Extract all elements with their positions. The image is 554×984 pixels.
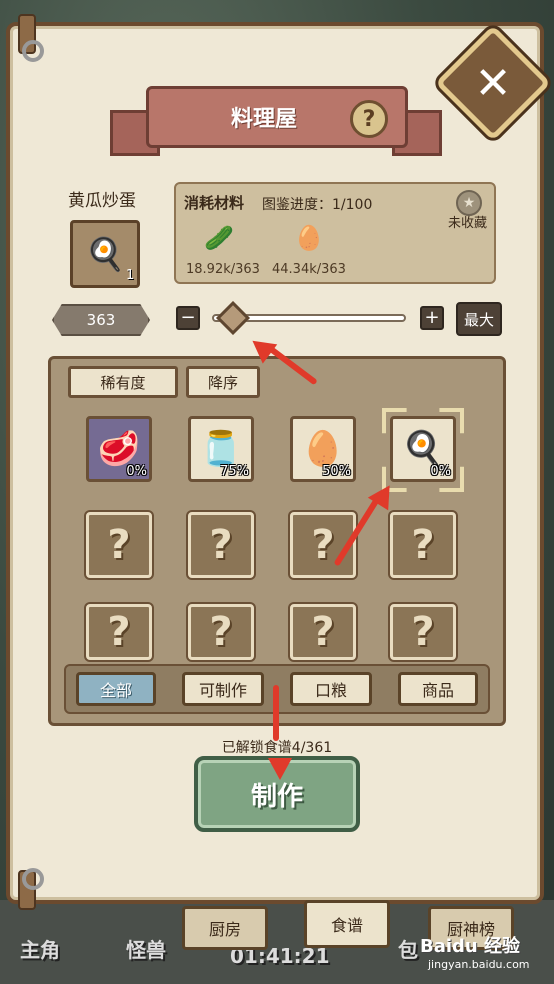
- boiled-egg-icon: 🥚: [301, 429, 345, 469]
- scroll-ring-bottom: [22, 868, 44, 890]
- filter-goods[interactable]: 商品: [398, 672, 478, 706]
- recipe-cell-locked[interactable]: ?: [86, 512, 152, 578]
- recipe-cell-locked[interactable]: ?: [390, 604, 456, 660]
- max-button[interactable]: 最大: [456, 302, 502, 336]
- close-icon[interactable]: ✕: [452, 42, 534, 124]
- scroll-ring-top: [22, 40, 44, 62]
- quantity-display: 363: [52, 304, 150, 336]
- recipe-cell-locked[interactable]: ?: [290, 604, 356, 660]
- cucumber-amount: 18.92k/363: [186, 262, 260, 277]
- recipe-cell-locked[interactable]: ?: [390, 512, 456, 578]
- hud-bag-label[interactable]: 包: [398, 934, 418, 963]
- recipe-cell-locked[interactable]: ?: [188, 604, 254, 660]
- increase-button[interactable]: +: [420, 306, 444, 330]
- recipe-cell-locked[interactable]: ?: [188, 512, 254, 578]
- recipe-cell-pickle[interactable]: 🫙 75%: [188, 416, 254, 482]
- materials-title: 消耗材料: [184, 194, 245, 212]
- recipe-cell-boiled-egg[interactable]: 🥚 50%: [290, 416, 356, 482]
- watermark-url: jingyan.baidu.com: [428, 958, 530, 971]
- decrease-button[interactable]: −: [176, 306, 200, 330]
- collect-status: 未收藏: [448, 216, 488, 231]
- sort-order-button[interactable]: 降序: [186, 366, 260, 398]
- tab-kitchen[interactable]: 厨房: [182, 906, 268, 950]
- hud-hero-label[interactable]: 主角: [20, 934, 60, 963]
- watermark-logo: Baidu 经验: [420, 936, 521, 957]
- selection-frame: [382, 408, 464, 492]
- dish-name: 黄瓜炒蛋: [68, 191, 136, 211]
- annotation-arrow-shaft: [273, 685, 279, 741]
- recipe-progress: 50%: [322, 464, 351, 479]
- recipe-progress: 75%: [220, 464, 249, 479]
- egg-icon: 🥚: [294, 224, 324, 252]
- steak-icon: 🥩: [97, 429, 141, 469]
- filter-ration[interactable]: 口粮: [290, 672, 372, 706]
- recipe-cell-steak[interactable]: 🥩 0%: [86, 416, 152, 482]
- page-title: 料理屋: [230, 107, 297, 132]
- annotation-arrow-head: [268, 758, 292, 780]
- tab-recipes[interactable]: 食谱: [304, 900, 390, 948]
- sort-rarity-button[interactable]: 稀有度: [68, 366, 178, 398]
- cucumber-icon: 🥒: [204, 224, 234, 252]
- dish-count: 1: [126, 268, 135, 283]
- recipe-cell-locked[interactable]: ?: [86, 604, 152, 660]
- pickle-jar-icon: 🫙: [199, 429, 243, 469]
- recipe-progress: 0%: [126, 464, 147, 479]
- filter-all[interactable]: 全部: [76, 672, 156, 706]
- filter-craftable[interactable]: 可制作: [182, 672, 264, 706]
- egg-amount: 44.34k/363: [272, 262, 346, 277]
- collection-progress: 图鉴进度：1/100: [262, 197, 373, 213]
- hud-monster-label[interactable]: 怪兽: [126, 934, 166, 963]
- help-icon[interactable]: ?: [350, 100, 388, 138]
